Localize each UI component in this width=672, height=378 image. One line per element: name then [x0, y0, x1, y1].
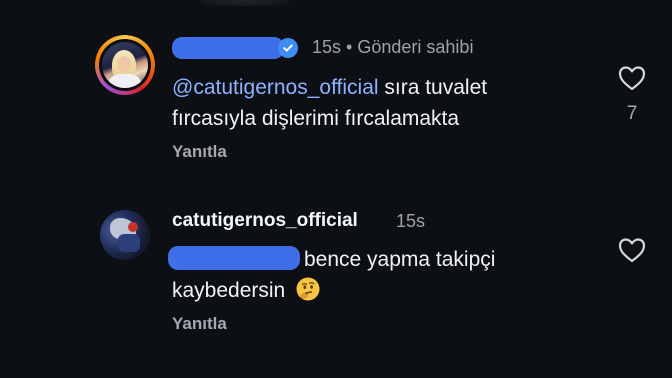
verified-badge-icon [278, 38, 298, 58]
avatar-face [117, 56, 131, 72]
mention-link[interactable]: @catutigernos_official [172, 76, 379, 99]
story-ring[interactable] [95, 35, 155, 95]
avatar[interactable] [100, 210, 150, 260]
comments-screen: 15s • Gönderi sahibi @catutigernos_offic… [0, 0, 672, 378]
comment-text-line1: sıra tuvalet [378, 76, 488, 99]
avatar-shirt [108, 74, 142, 88]
previous-content-cutoff [200, 0, 290, 6]
avatar-shape [118, 234, 140, 252]
comment-meta: 15s • Gönderi sahibi [312, 37, 473, 58]
avatar [102, 42, 148, 88]
reply-button[interactable]: Yanıtla [172, 142, 227, 162]
comment-text-line2: fırcasıyla dişlerimi fırcalamakta [172, 107, 460, 130]
comment-text-line2-wrap: kaybedersin [172, 275, 472, 306]
like-heart-icon[interactable] [617, 64, 647, 92]
thinking-face-icon [296, 277, 320, 301]
comment-text-line1: bence yapma takipçi [304, 248, 496, 271]
comment-text: @catutigernos_official sıra tuvalet fırc… [172, 72, 592, 134]
comment-text-line2: kaybedersin [172, 279, 286, 302]
avatar-shape [128, 222, 138, 232]
comment-username[interactable]: catutigernos_official [172, 210, 358, 232]
redacted-mention[interactable] [168, 246, 300, 270]
author-badge: Gönderi sahibi [357, 37, 474, 57]
like-count: 7 [626, 103, 638, 124]
comment-time: 15s [396, 211, 426, 231]
comment-time: 15s [312, 37, 342, 57]
reply-button[interactable]: Yanıtla [172, 314, 227, 334]
redacted-username[interactable] [172, 37, 284, 59]
meta-separator: • [346, 37, 353, 57]
like-heart-icon[interactable] [617, 236, 647, 264]
